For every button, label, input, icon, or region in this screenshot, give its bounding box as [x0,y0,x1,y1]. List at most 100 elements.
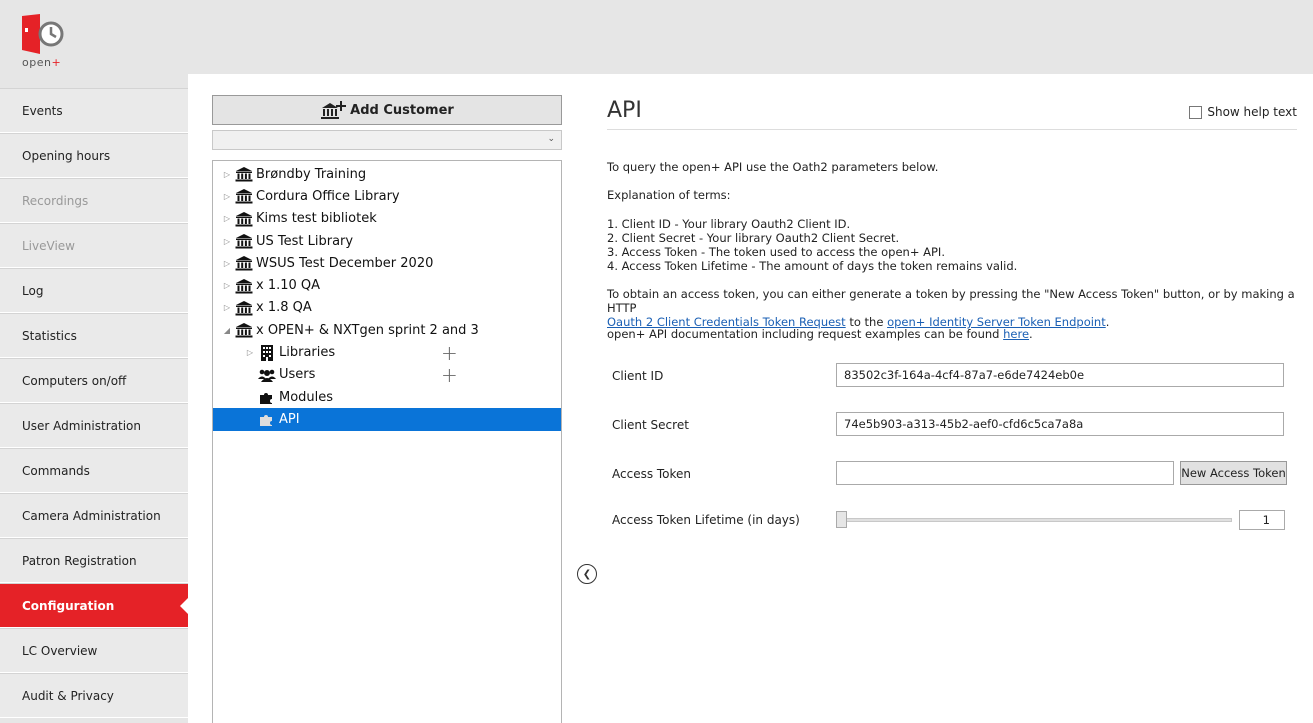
sidebar-item-configuration[interactable]: Configuration [0,583,188,628]
obtain-token-text: To obtain an access token, you can eithe… [607,287,1297,329]
term-item: 2. Client Secret - Your library Oauth2 C… [607,231,900,245]
sidebar-item-label: Commands [22,463,90,478]
chevron-down-icon: ⌄ [547,134,555,144]
collapsed-arrow-icon[interactable]: ▷ [245,348,255,357]
new-access-token-button[interactable]: New Access Token [1180,461,1287,485]
lifetime-slider-track[interactable] [836,518,1232,522]
bank-icon [234,188,254,204]
tree-item-label: Kims test bibliotek [256,211,377,227]
sidebar-item-events[interactable]: Events [0,88,188,133]
sidebar-item-lc-overview[interactable]: LC Overview [0,628,188,673]
sidebar-item-user-administration[interactable]: User Administration [0,403,188,448]
sidebar-item-label: LC Overview [22,643,98,658]
explanation-heading: Explanation of terms: [607,188,731,202]
sidebar-item-label: LiveView [22,238,75,253]
tree-item-kims-test-bibliotek[interactable]: ▷ Kims test bibliotek [213,208,561,230]
sidebar-nav: Events Opening hours Recordings LiveView Log… [0,88,188,718]
terms-list: 1. Client ID - Your library Oauth2 Clien… [607,217,1017,273]
sidebar-item-log[interactable]: Log [0,268,188,313]
customer-tree: ▷ Brøndby Training ▷ Cordura Office Library… [212,160,562,723]
lifetime-label: Access Token Lifetime (in days) [612,513,800,527]
users-icon [257,368,277,382]
show-help-checkbox[interactable] [1189,105,1203,119]
collapsed-arrow-icon[interactable]: ▷ [222,214,232,223]
tree-item-cordura-office-library[interactable]: ▷ Cordura Office Library [213,185,561,207]
add-icon[interactable]: + [441,365,458,385]
expanded-arrow-icon[interactable]: ◢ [222,326,232,335]
api-content: API Show help text To query the open+ AP… [607,96,1297,530]
add-customer-label: Add Customer [350,102,454,118]
sidebar-item-camera-administration[interactable]: Camera Administration [0,493,188,538]
collapsed-arrow-icon[interactable]: ▷ [222,259,232,268]
sidebar-item-recordings[interactable]: Recordings [0,178,188,223]
sidebar-item-opening-hours[interactable]: Opening hours [0,133,188,178]
sidebar-item-liveview[interactable]: LiveView [0,223,188,268]
sidebar-item-patron-registration[interactable]: Patron Registration [0,538,188,583]
collapsed-arrow-icon[interactable]: ▷ [222,192,232,201]
collapsed-arrow-icon[interactable]: ▷ [222,170,232,179]
bank-icon [234,255,254,271]
tree-item-x-1-10-qa[interactable]: ▷ x 1.10 QA [213,274,561,296]
tree-item-label: x 1.10 QA [256,278,321,294]
access-token-field[interactable] [836,461,1174,485]
tree-item-label: Brøndby Training [256,166,367,182]
tree-item-wsus-test-december-2020[interactable]: ▷ WSUS Test December 2020 [213,252,561,274]
docs-text-end: . [1029,327,1033,341]
tree-item-x-1-8-qa[interactable]: ▷ x 1.8 QA [213,297,561,319]
tree-item-x-open-nxtgen-sprint-2-and-3[interactable]: ◢ x OPEN+ & NXTgen sprint 2 and 3 [213,319,561,341]
sidebar-item-label: Camera Administration [22,508,161,523]
add-customer-button[interactable]: Add Customer [212,95,562,125]
title-row: API Show help text [607,96,1297,130]
tree-item-label: x 1.8 QA [256,300,312,316]
bank-icon [234,233,254,249]
tree-item-us-test-library[interactable]: ▷ US Test Library [213,230,561,252]
add-icon[interactable]: + [441,343,458,363]
main-panel: Add Customer ⌄ ▷ Brøndby Training ▷ Cordura… [188,74,1313,723]
add-building-icon [321,101,347,119]
client-secret-field[interactable] [836,412,1284,436]
sidebar-item-label: Log [22,283,44,298]
tree-item-api[interactable]: API [213,408,561,431]
collapsed-arrow-icon[interactable]: ▷ [222,237,232,246]
tree-item-label: API [279,411,300,427]
page-title: API [607,98,642,123]
sidebar-item-commands[interactable]: Commands [0,448,188,493]
tree-item-label: Modules [279,389,334,405]
intro-text: To query the open+ API use the Oath2 par… [607,160,939,174]
sidebar-item-computers-on-off[interactable]: Computers on/off [0,358,188,403]
sidebar-item-label: Statistics [22,328,77,343]
collapsed-arrow-icon[interactable]: ▷ [222,303,232,312]
sidebar-item-label: Patron Registration [22,553,137,568]
bank-icon [234,300,254,316]
access-token-label: Access Token [612,467,692,481]
sidebar-item-statistics[interactable]: Statistics [0,313,188,358]
sidebar-item-audit-privacy[interactable]: Audit & Privacy [0,673,188,718]
tree-item-label: x OPEN+ & NXTgen sprint 2 and 3 [256,322,479,338]
customer-filter-select[interactable]: ⌄ [212,130,562,150]
docs-text: open+ API documentation including reques… [607,327,1033,341]
collapse-panel-button[interactable]: ❮ [577,564,597,584]
bank-icon [234,211,254,227]
sidebar-item-label: Configuration [22,598,115,613]
tree-item-libraries[interactable]: ▷ Libraries + [213,341,561,363]
sidebar-item-label: Computers on/off [22,373,127,388]
logo-icon [22,14,64,54]
term-item: 3. Access Token - The token used to acce… [607,245,945,259]
lifetime-slider-handle[interactable] [836,511,847,528]
sidebar-item-label: Recordings [22,193,89,208]
client-id-field[interactable] [836,363,1284,387]
docs-link[interactable]: here [1003,327,1029,341]
tree-item-modules[interactable]: Modules [213,386,561,408]
puzzle-icon [257,389,277,405]
term-item: 1. Client ID - Your library Oauth2 Clien… [607,217,851,231]
tree-item-br-ndby-training[interactable]: ▷ Brøndby Training [213,163,561,185]
collapsed-arrow-icon[interactable]: ▷ [222,281,232,290]
logo-text: open+ [22,56,62,69]
show-help-toggle[interactable]: Show help text [1189,105,1297,119]
lifetime-value-field[interactable]: 1 [1239,510,1285,530]
bank-icon [234,166,254,182]
tree-item-label: Users [279,367,316,383]
tree-item-label: Cordura Office Library [256,188,400,204]
tree-item-users[interactable]: Users + [213,364,561,386]
sidebar-item-label: Audit & Privacy [22,688,114,703]
